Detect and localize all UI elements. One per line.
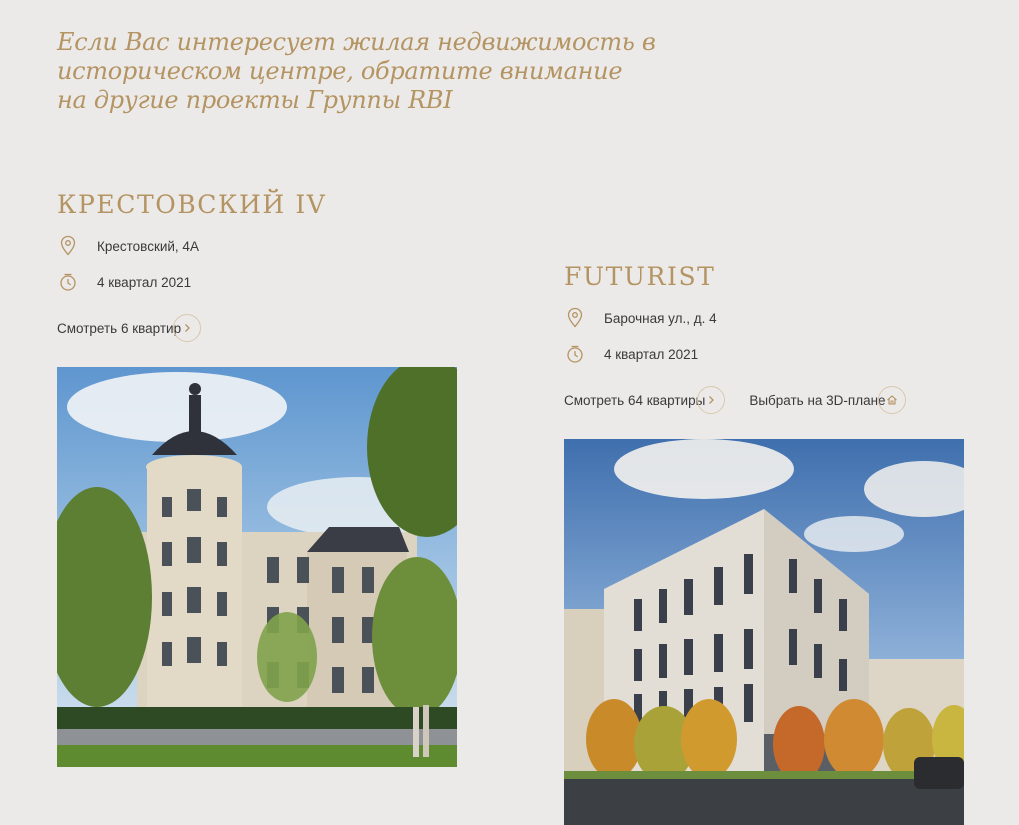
chevron-right-icon — [697, 386, 726, 414]
project-image-futurist[interactable] — [564, 439, 964, 825]
intro-text: Если Вас интересует жилая недвижимость в… — [57, 28, 656, 114]
project-address: Крестовский, 4А — [97, 238, 199, 254]
view-apartments-label: Смотреть 6 квартир — [57, 320, 182, 336]
map-pin-icon — [60, 235, 76, 256]
view-apartments-link[interactable]: Смотреть 64 квартиры — [564, 386, 726, 414]
project-address-row: Крестовский, 4А — [57, 234, 326, 258]
timer-icon — [567, 345, 583, 363]
map-pin-icon — [567, 307, 583, 328]
chevron-right-icon — [173, 314, 202, 342]
select-3d-plan-link[interactable]: Выбрать на 3D-плане — [749, 386, 906, 414]
view-apartments-link[interactable]: Смотреть 6 квартир — [57, 314, 202, 342]
select-3d-plan-label: Выбрать на 3D-плане — [749, 392, 886, 408]
project-links: Смотреть 64 квартиры Выбрать на 3D-плане — [564, 385, 906, 415]
project-address-row: Барочная ул., д. 4 — [564, 306, 906, 330]
timer-icon — [60, 273, 76, 291]
project-title[interactable]: FUTURIST — [564, 260, 906, 294]
project-card-krestovsky: КРЕСТОВСКИЙ IV Крестовский, 4А 4 квартал… — [57, 188, 326, 343]
project-date: 4 квартал 2021 — [97, 274, 192, 290]
project-date-row: 4 квартал 2021 — [564, 342, 906, 366]
project-card-futurist: FUTURIST Барочная ул., д. 4 4 квартал 20… — [564, 260, 906, 415]
project-address: Барочная ул., д. 4 — [604, 310, 717, 326]
view-apartments-label: Смотреть 64 квартиры — [564, 392, 706, 408]
project-links: Смотреть 6 квартир — [57, 313, 326, 343]
project-date-row: 4 квартал 2021 — [57, 270, 326, 294]
house-icon — [877, 386, 906, 414]
project-title[interactable]: КРЕСТОВСКИЙ IV — [57, 188, 326, 222]
project-image-krestovsky[interactable] — [57, 367, 457, 767]
project-date: 4 квартал 2021 — [604, 346, 699, 362]
